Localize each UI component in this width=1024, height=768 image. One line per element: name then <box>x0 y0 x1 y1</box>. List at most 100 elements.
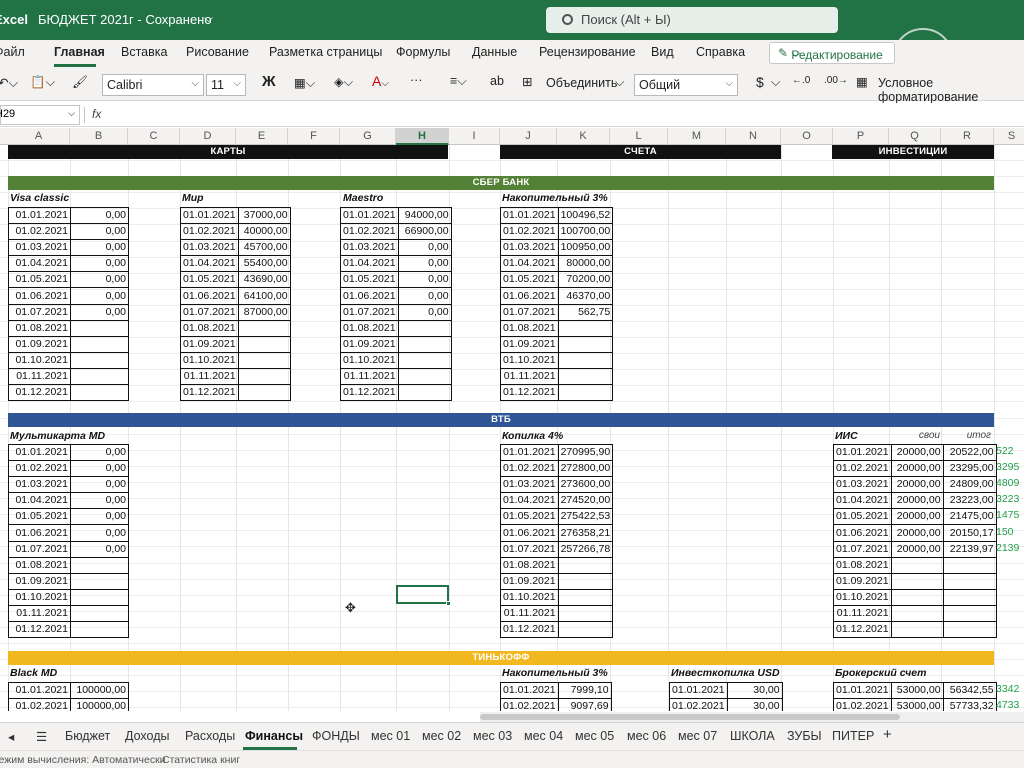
date-cell[interactable]: 01.09.2021 <box>500 572 559 590</box>
all-sheets-icon[interactable]: ☰ <box>36 729 47 744</box>
merge-icon[interactable]: ⊞ <box>522 74 532 89</box>
value-cell[interactable]: 45700,00 <box>237 239 291 257</box>
value-cell[interactable] <box>557 384 614 402</box>
date-cell[interactable]: 01.12.2021 <box>180 384 239 402</box>
date-cell[interactable]: 01.11.2021 <box>340 367 399 386</box>
date-cell[interactable]: 01.12.2021 <box>500 384 559 402</box>
value-cell[interactable]: 7999,10 <box>557 681 612 700</box>
value-cell[interactable] <box>890 572 944 590</box>
date-cell[interactable]: 01.12.2021 <box>8 621 71 639</box>
value-cell[interactable]: 0,00 <box>70 476 129 494</box>
value-cell[interactable]: 0,00 <box>397 255 452 273</box>
menu-page-layout[interactable]: Разметка страницы <box>269 45 382 59</box>
format-painter-icon[interactable]: 🖌 <box>72 75 88 90</box>
value-cell[interactable]: 20000,00 <box>890 492 944 510</box>
tab-month-04[interactable]: мес 04 <box>524 729 563 743</box>
date-cell[interactable]: 01.03.2021 <box>500 239 559 257</box>
value-cell[interactable] <box>942 604 997 623</box>
value-cell[interactable] <box>237 335 291 353</box>
column-header-h[interactable]: H <box>396 128 449 145</box>
date-cell[interactable]: 01.01.2021 <box>8 443 71 462</box>
value-cell[interactable] <box>890 604 944 623</box>
chevron-down-icon[interactable]: ⌵ <box>771 75 780 90</box>
font-size-select[interactable]: 11 ⌵ <box>206 74 246 96</box>
value-cell[interactable]: 0,00 <box>70 255 129 273</box>
tab-month-07[interactable]: мес 07 <box>678 729 717 743</box>
value-cell[interactable] <box>942 588 997 606</box>
date-cell[interactable]: 01.05.2021 <box>833 508 892 526</box>
date-cell[interactable]: 01.03.2021 <box>8 476 71 494</box>
date-cell[interactable]: 01.07.2021 <box>8 540 71 558</box>
menu-draw[interactable]: Рисование <box>186 45 249 59</box>
date-cell[interactable]: 01.04.2021 <box>833 492 892 510</box>
value-cell[interactable]: 270995,90 <box>557 443 614 462</box>
date-cell[interactable]: 01.04.2021 <box>500 492 559 510</box>
value-cell[interactable]: 0,00 <box>70 303 129 321</box>
bold-button[interactable]: Ж <box>262 73 276 90</box>
value-cell[interactable]: 0,00 <box>70 271 129 289</box>
column-header-d[interactable]: D <box>180 128 236 145</box>
chevron-down-icon[interactable]: ⌵ <box>204 11 213 26</box>
font-name-select[interactable]: Calibri ⌵ <box>102 74 204 96</box>
menu-file[interactable]: Файл <box>0 45 25 59</box>
column-header-l[interactable]: L <box>610 128 668 145</box>
date-cell[interactable]: 01.11.2021 <box>500 604 559 623</box>
increase-decimal-icon[interactable]: ←.0 <box>792 75 810 86</box>
date-cell[interactable]: 01.01.2021 <box>669 681 728 700</box>
column-header-n[interactable]: N <box>726 128 781 145</box>
date-cell[interactable]: 01.08.2021 <box>8 319 71 337</box>
tab-finance[interactable]: Финансы <box>245 729 303 743</box>
value-cell[interactable]: 20000,00 <box>890 476 944 494</box>
date-cell[interactable]: 01.02.2021 <box>8 698 71 711</box>
value-cell[interactable] <box>70 351 129 369</box>
date-cell[interactable]: 01.07.2021 <box>8 303 71 321</box>
menu-view[interactable]: Вид <box>651 45 674 59</box>
value-cell[interactable]: 276358,21 <box>557 524 614 542</box>
date-cell[interactable]: 01.11.2021 <box>180 367 239 386</box>
value-cell[interactable]: 30,00 <box>726 698 783 711</box>
date-cell[interactable]: 01.01.2021 <box>833 443 892 462</box>
value-cell[interactable]: 0,00 <box>397 287 452 305</box>
date-cell[interactable]: 01.04.2021 <box>180 255 239 273</box>
date-cell[interactable]: 01.10.2021 <box>8 351 71 369</box>
value-cell[interactable]: 20150,17 <box>942 524 997 542</box>
column-header-p[interactable]: P <box>833 128 889 145</box>
date-cell[interactable]: 01.02.2021 <box>8 223 71 241</box>
value-cell[interactable] <box>890 621 944 639</box>
value-cell[interactable] <box>557 572 614 590</box>
font-color-icon[interactable]: A⌵ <box>372 73 389 89</box>
date-cell[interactable]: 01.12.2021 <box>833 621 892 639</box>
date-cell[interactable]: 01.09.2021 <box>833 572 892 590</box>
column-header-j[interactable]: J <box>500 128 557 145</box>
value-cell[interactable] <box>70 621 129 639</box>
value-cell[interactable]: 100950,00 <box>557 239 614 257</box>
date-cell[interactable]: 01.09.2021 <box>8 335 71 353</box>
date-cell[interactable]: 01.04.2021 <box>500 255 559 273</box>
tab-month-03[interactable]: мес 03 <box>473 729 512 743</box>
date-cell[interactable]: 01.12.2021 <box>500 621 559 639</box>
wrap-text-icon[interactable]: ab <box>490 74 504 88</box>
iis-profit-cell[interactable]: 4809 <box>996 477 1024 489</box>
column-header-q[interactable]: Q <box>889 128 941 145</box>
value-cell[interactable]: 53000,00 <box>890 698 944 711</box>
value-cell[interactable]: 24809,00 <box>942 476 997 494</box>
date-cell[interactable]: 01.03.2021 <box>340 239 399 257</box>
value-cell[interactable] <box>397 367 452 386</box>
date-cell[interactable]: 01.08.2021 <box>833 556 892 574</box>
broker-profit-cell[interactable]: 4733 <box>996 699 1024 711</box>
value-cell[interactable] <box>397 335 452 353</box>
date-cell[interactable]: 01.02.2021 <box>669 698 728 711</box>
iis-profit-cell[interactable]: 2139 <box>996 542 1024 554</box>
date-cell[interactable]: 01.06.2021 <box>180 287 239 305</box>
date-cell[interactable]: 01.01.2021 <box>180 206 239 225</box>
date-cell[interactable]: 01.04.2021 <box>8 255 71 273</box>
value-cell[interactable] <box>890 588 944 606</box>
date-cell[interactable]: 01.05.2021 <box>500 271 559 289</box>
document-title[interactable]: БЮДЖЕТ 2021г - Сохранено <box>38 12 212 27</box>
date-cell[interactable]: 01.03.2021 <box>8 239 71 257</box>
iis-profit-cell[interactable]: 3223 <box>996 493 1024 505</box>
value-cell[interactable] <box>70 604 129 623</box>
value-cell[interactable]: 40000,00 <box>237 223 291 241</box>
tab-funds[interactable]: ФОНДЫ <box>312 729 360 743</box>
value-cell[interactable] <box>942 621 997 639</box>
